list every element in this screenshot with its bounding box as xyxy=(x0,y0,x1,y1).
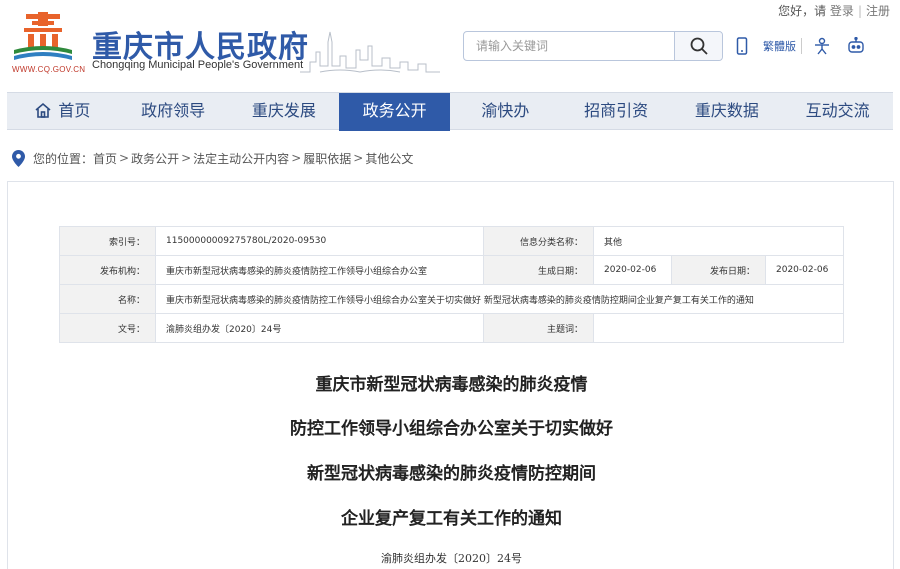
site-subtitle: Chongqing Municipal People's Government xyxy=(92,59,304,71)
info-row: 索引号： 11500000009275780L/2020-09530 信息分类名… xyxy=(59,226,844,256)
category-value: 其他 xyxy=(593,226,844,256)
breadcrumb-home[interactable]: 首页 xyxy=(93,150,117,167)
nav-item-leaders[interactable]: 政府领导 xyxy=(118,93,229,131)
document-number-label: 文号： xyxy=(59,313,156,343)
nav-item-yukuaiban[interactable]: 渝快办 xyxy=(450,93,561,131)
utility-divider xyxy=(801,38,802,54)
main-nav: 首页 政府领导 重庆发展 政务公开 渝快办 招商引资 重庆数据 互动交流 xyxy=(7,92,893,131)
ai-assistant-button[interactable] xyxy=(846,36,866,56)
elderly-mode-button[interactable] xyxy=(812,36,832,56)
published-date-value: 2020-02-06 xyxy=(765,255,844,285)
site-header: WWW.CQ.GOV.CN 重庆市人民政府 Chongqing Municipa… xyxy=(0,0,900,92)
document-number: 渝肺炎组办发〔2020〕24号 xyxy=(381,552,522,565)
search-icon xyxy=(690,37,708,55)
nav-item-label: 政务公开 xyxy=(362,101,427,120)
document-title-line: 新型冠状病毒感染的肺炎疫情防控期间 xyxy=(307,464,596,484)
document-title-line: 企业复产复工有关工作的通知 xyxy=(341,509,562,529)
info-row: 名称： 重庆市新型冠状病毒感染的肺炎疫情防控工作领导小组综合办公室关于切实做好 … xyxy=(59,284,844,314)
government-emblem-logo[interactable] xyxy=(12,12,74,62)
search-box xyxy=(463,31,723,61)
search-button[interactable] xyxy=(674,32,722,60)
breadcrumb-prefix: 您的位置： xyxy=(33,151,94,166)
info-row: 发布机构： 重庆市新型冠状病毒感染的肺炎疫情防控工作领导小组综合办公室 生成日期… xyxy=(59,255,844,285)
location-pin-icon xyxy=(12,149,25,167)
robot-icon xyxy=(848,37,864,53)
elderly-mode-icon xyxy=(815,37,829,55)
login-link[interactable]: 登录 xyxy=(830,4,854,18)
nav-item-label: 招商引资 xyxy=(584,101,649,120)
search-input[interactable] xyxy=(464,32,674,60)
publisher-value: 重庆市新型冠状病毒感染的肺炎疫情防控工作领导小组综合办公室 xyxy=(155,255,484,285)
breadcrumb-duty-basis[interactable]: 履职依据 xyxy=(303,150,351,167)
breadcrumb-other-documents[interactable]: 其他公文 xyxy=(365,150,413,167)
document-info-table: 索引号： 11500000009275780L/2020-09530 信息分类名… xyxy=(59,226,844,343)
nav-item-label: 重庆发展 xyxy=(251,101,316,120)
name-label: 名称： xyxy=(59,284,156,314)
index-value: 11500000009275780L/2020-09530 xyxy=(155,226,484,256)
document-number-value: 渝肺炎组办发〔2020〕24号 xyxy=(155,313,484,343)
city-skyline-decoration xyxy=(300,31,440,73)
nav-item-label: 首页 xyxy=(58,101,91,120)
breadcrumb-government-affairs[interactable]: 政务公开 xyxy=(131,150,179,167)
created-date-value: 2020-02-06 xyxy=(593,255,672,285)
home-icon xyxy=(35,102,51,118)
breadcrumb-statutory-disclosure[interactable]: 法定主动公开内容 xyxy=(193,150,289,167)
nav-item-label: 互动交流 xyxy=(805,101,870,120)
name-value: 重庆市新型冠状病毒感染的肺炎疫情防控工作领导小组综合办公室关于切实做好 新型冠状… xyxy=(155,284,844,314)
mobile-version-button[interactable] xyxy=(736,36,748,56)
published-date-label: 发布日期： xyxy=(671,255,766,285)
nav-item-development[interactable]: 重庆发展 xyxy=(229,93,340,131)
nav-item-data[interactable]: 重庆数据 xyxy=(672,93,783,131)
user-links: 您好，请 登录 | 注册 xyxy=(778,4,890,18)
nav-item-label: 渝快办 xyxy=(481,101,530,120)
breadcrumb-separator: > xyxy=(291,151,302,165)
category-label: 信息分类名称： xyxy=(483,226,594,256)
register-link[interactable]: 注册 xyxy=(866,4,890,18)
nav-item-label: 政府领导 xyxy=(141,101,206,120)
site-url: WWW.CQ.GOV.CN xyxy=(12,65,86,74)
nav-item-government-affairs[interactable]: 政务公开 xyxy=(339,93,450,131)
mobile-icon xyxy=(736,37,748,55)
publisher-label: 发布机构： xyxy=(59,255,156,285)
breadcrumb-separator: > xyxy=(353,151,364,165)
subject-words-label: 主题词： xyxy=(483,313,594,343)
index-label: 索引号： xyxy=(59,226,156,256)
created-date-label: 生成日期： xyxy=(483,255,594,285)
traditional-chinese-link[interactable]: 繁體版 xyxy=(763,36,796,56)
greeting-text: 您好，请 xyxy=(778,4,827,18)
document-title-line: 防控工作领导小组综合办公室关于切实做好 xyxy=(290,419,613,439)
breadcrumb-separator: > xyxy=(119,151,130,165)
info-row: 文号： 渝肺炎组办发〔2020〕24号 主题词： xyxy=(59,313,844,343)
nav-item-home[interactable]: 首页 xyxy=(7,93,118,131)
nav-item-investment[interactable]: 招商引资 xyxy=(561,93,672,131)
breadcrumb: 您的位置： 首页 > 政务公开 > 法定主动公开内容 > 履职依据 > 其他公文 xyxy=(12,149,413,167)
subject-words-value xyxy=(593,313,844,343)
nav-item-label: 重庆数据 xyxy=(694,101,759,120)
nav-item-interaction[interactable]: 互动交流 xyxy=(782,93,893,131)
document-title-line: 重庆市新型冠状病毒感染的肺炎疫情 xyxy=(315,375,588,395)
breadcrumb-separator: > xyxy=(181,151,192,165)
document-panel: 索引号： 11500000009275780L/2020-09530 信息分类名… xyxy=(7,181,894,569)
